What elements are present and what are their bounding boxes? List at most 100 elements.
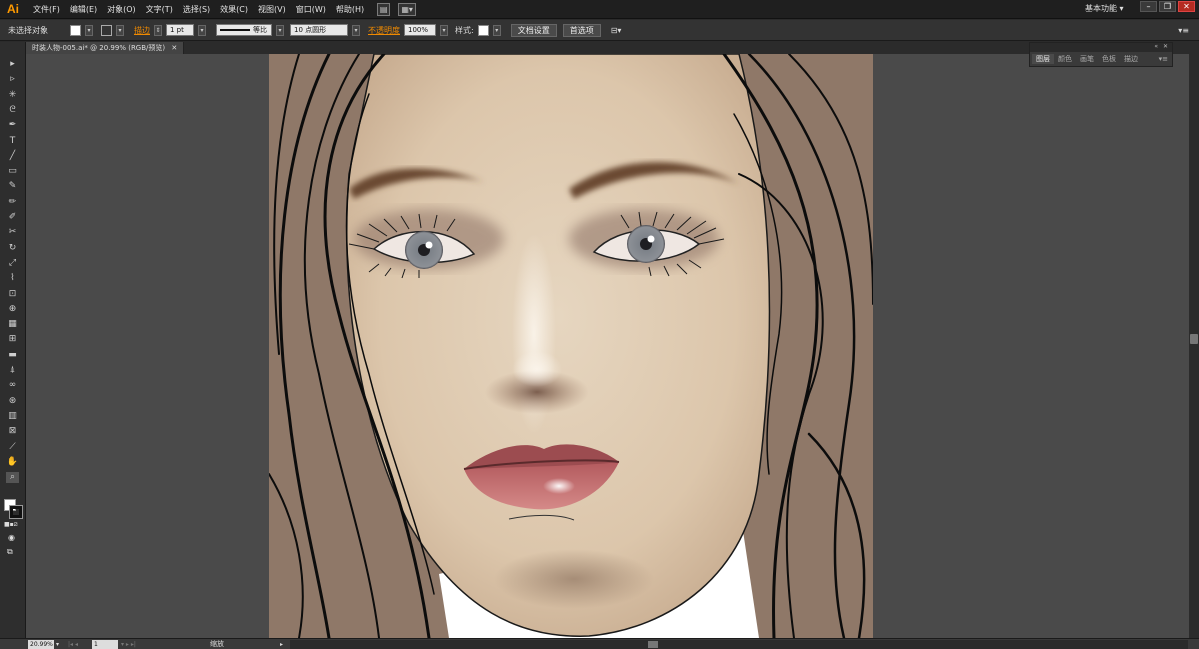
graphic-style-dropdown[interactable]: ▾	[492, 24, 501, 36]
arrange-documents-icon[interactable]: ▦▾	[398, 2, 417, 16]
opacity-dropdown[interactable]: ▾	[440, 24, 448, 36]
stroke-weight-dropdown[interactable]: ▾	[198, 24, 206, 36]
stroke-profile-dropdown[interactable]: ▾	[276, 24, 284, 36]
rectangle-tool-icon[interactable]: ▭	[6, 166, 19, 177]
opacity-field[interactable]: 100%	[404, 24, 436, 36]
free-transform-tool-icon[interactable]: ⊡	[6, 289, 19, 300]
graphic-style-swatch[interactable]	[477, 24, 489, 36]
chin-shadow	[494, 549, 654, 609]
preferences-button[interactable]: 首选项	[562, 23, 601, 37]
stroke-profile-select[interactable]: 等比	[216, 24, 272, 36]
column-graph-tool-icon[interactable]: ▥	[6, 411, 19, 422]
horizontal-scrollbar[interactable]	[290, 640, 1188, 649]
shape-builder-tool-icon[interactable]: ⊕	[6, 304, 19, 315]
menu-item[interactable]: 视图(V)	[253, 0, 291, 19]
status-text[interactable]: 缩放	[210, 639, 224, 649]
blob-brush-tool-icon[interactable]: ✐	[6, 212, 19, 223]
menu-item[interactable]: 编辑(E)	[65, 0, 102, 19]
lip-shine	[543, 478, 575, 494]
stroke-weight-stepper[interactable]: ⇕	[154, 24, 162, 36]
pen-tool-icon[interactable]: ✒	[6, 120, 19, 131]
app-window: Ai 文件(F) 编辑(E) 对象(O) 文字(T) 选择(S) 效果(C) 视图(V) 窗口…	[0, 0, 1199, 649]
stroke-dropdown[interactable]: ▾	[116, 24, 124, 36]
blend-tool-icon[interactable]: ∞	[6, 380, 19, 391]
eyedropper-tool-icon[interactable]: ⍋	[6, 365, 19, 376]
scale-tool-icon[interactable]: ⤢	[6, 258, 19, 269]
panel-tab[interactable]: 色板	[1098, 54, 1120, 64]
artboard[interactable]	[269, 54, 873, 638]
direct-selection-tool-icon[interactable]: ▹	[6, 74, 19, 85]
menu-item[interactable]: 窗口(W)	[291, 0, 331, 19]
panel-tab[interactable]: 描边	[1120, 54, 1142, 64]
selection-tool-icon[interactable]: ▸	[6, 59, 19, 70]
workspace-switcher[interactable]: 基本功能 ▾	[1085, 3, 1124, 14]
vertical-scrollbar[interactable]	[1189, 54, 1199, 638]
brush-value: 10 点圆形	[294, 26, 327, 34]
opacity-label[interactable]: 不透明度	[368, 25, 400, 36]
zoom-level-field[interactable]: 20.99%	[28, 640, 54, 649]
warp-tool-icon[interactable]: ⌇	[6, 273, 19, 284]
pencil-tool-icon[interactable]: ✏	[6, 197, 19, 208]
minimize-button[interactable]: –	[1140, 1, 1157, 12]
close-button[interactable]: ✕	[1178, 1, 1195, 12]
document-tab[interactable]: 时装人物-005.ai* @ 20.99% (RGB/预览) ✕	[26, 42, 185, 54]
close-panel-icon[interactable]: ✕	[1163, 43, 1168, 50]
screen-mode-icon[interactable]: ⧉	[7, 547, 13, 557]
align-options-icon[interactable]: ⊟▾	[611, 26, 622, 35]
drawing-mode-icon[interactable]: ◉	[8, 533, 15, 542]
menu-item[interactable]: 文字(T)	[141, 0, 178, 19]
main-menu: 文件(F) 编辑(E) 对象(O) 文字(T) 选择(S) 效果(C) 视图(V) 窗口(W)…	[28, 0, 369, 19]
zoom-tool-icon[interactable]: ⌕	[6, 472, 19, 484]
stroke-weight-field[interactable]: 1 pt	[166, 24, 194, 36]
panel-options-icon[interactable]: ▾≡	[1155, 55, 1172, 63]
magic-wand-tool-icon[interactable]: ✳	[6, 90, 19, 101]
zoom-dropdown-icon[interactable]: ▾	[56, 639, 59, 649]
hand-tool-icon[interactable]: ✋	[6, 457, 19, 468]
perspective-grid-tool-icon[interactable]: ▦	[6, 319, 19, 330]
right-eye-highlight	[647, 235, 655, 243]
type-tool-icon[interactable]: T	[6, 136, 19, 147]
panel-tab[interactable]: 画笔	[1076, 54, 1098, 64]
vertical-scroll-thumb[interactable]	[1190, 334, 1198, 344]
menu-item[interactable]: 帮助(H)	[331, 0, 369, 19]
mesh-tool-icon[interactable]: ⊞	[6, 334, 19, 345]
horizontal-scroll-thumb[interactable]	[648, 641, 658, 648]
menu-item[interactable]: 效果(C)	[215, 0, 253, 19]
bridge-icon[interactable]: ▤	[377, 2, 391, 16]
menu-item[interactable]: 文件(F)	[28, 0, 65, 19]
selection-status: 未选择对象	[8, 25, 48, 35]
menu-item[interactable]: 对象(O)	[102, 0, 141, 19]
artboard-number-field[interactable]: 1	[92, 640, 118, 649]
document-setup-button[interactable]: 文档设置	[510, 23, 557, 37]
first-artboard-icon[interactable]: |◂ ◂	[68, 639, 78, 649]
fill-dropdown[interactable]: ▾	[85, 24, 93, 36]
fill-swatch[interactable]	[70, 24, 81, 36]
stroke-swatch[interactable]	[101, 24, 112, 36]
brush-dropdown[interactable]: ▾	[352, 24, 360, 36]
stroke-label[interactable]: 描边	[134, 25, 150, 36]
gradient-tool-icon[interactable]: ▬	[6, 350, 19, 361]
close-tab-icon[interactable]: ✕	[171, 44, 177, 52]
symbol-sprayer-tool-icon[interactable]: ⊛	[6, 396, 19, 407]
paintbrush-tool-icon[interactable]: ✎	[6, 181, 19, 192]
stroke-color-box[interactable]	[9, 505, 23, 519]
collapse-panel-icon[interactable]: «	[1154, 43, 1158, 50]
panel-tab[interactable]: 颜色	[1054, 54, 1076, 64]
eraser-tool-icon[interactable]: ✂	[6, 227, 19, 238]
next-artboard-icon[interactable]: ▾ ▸ ▸|	[121, 639, 136, 649]
artboard-tool-icon[interactable]: ⊠	[6, 426, 19, 437]
canvas-area[interactable]	[26, 54, 1189, 638]
lasso-tool-icon[interactable]: ᘓ	[6, 105, 19, 116]
rotate-tool-icon[interactable]: ↻	[6, 243, 19, 254]
document-tab-title: 时装人物-005.ai* @ 20.99% (RGB/预览)	[32, 44, 166, 52]
slice-tool-icon[interactable]: ⟋	[6, 442, 19, 453]
restore-button[interactable]: ❐	[1159, 1, 1176, 12]
status-menu-icon[interactable]: ▸	[280, 639, 283, 649]
menu-item[interactable]: 选择(S)	[178, 0, 215, 19]
panel-menu-icon[interactable]: ▾≡	[1178, 26, 1189, 35]
brush-select[interactable]: 10 点圆形	[290, 24, 348, 36]
color-mode-buttons[interactable]: ■▪⧄	[4, 521, 18, 529]
line-tool-icon[interactable]: ╱	[6, 151, 19, 162]
panel-tab[interactable]: 图层	[1032, 54, 1054, 64]
style-label: 样式:	[455, 25, 474, 35]
